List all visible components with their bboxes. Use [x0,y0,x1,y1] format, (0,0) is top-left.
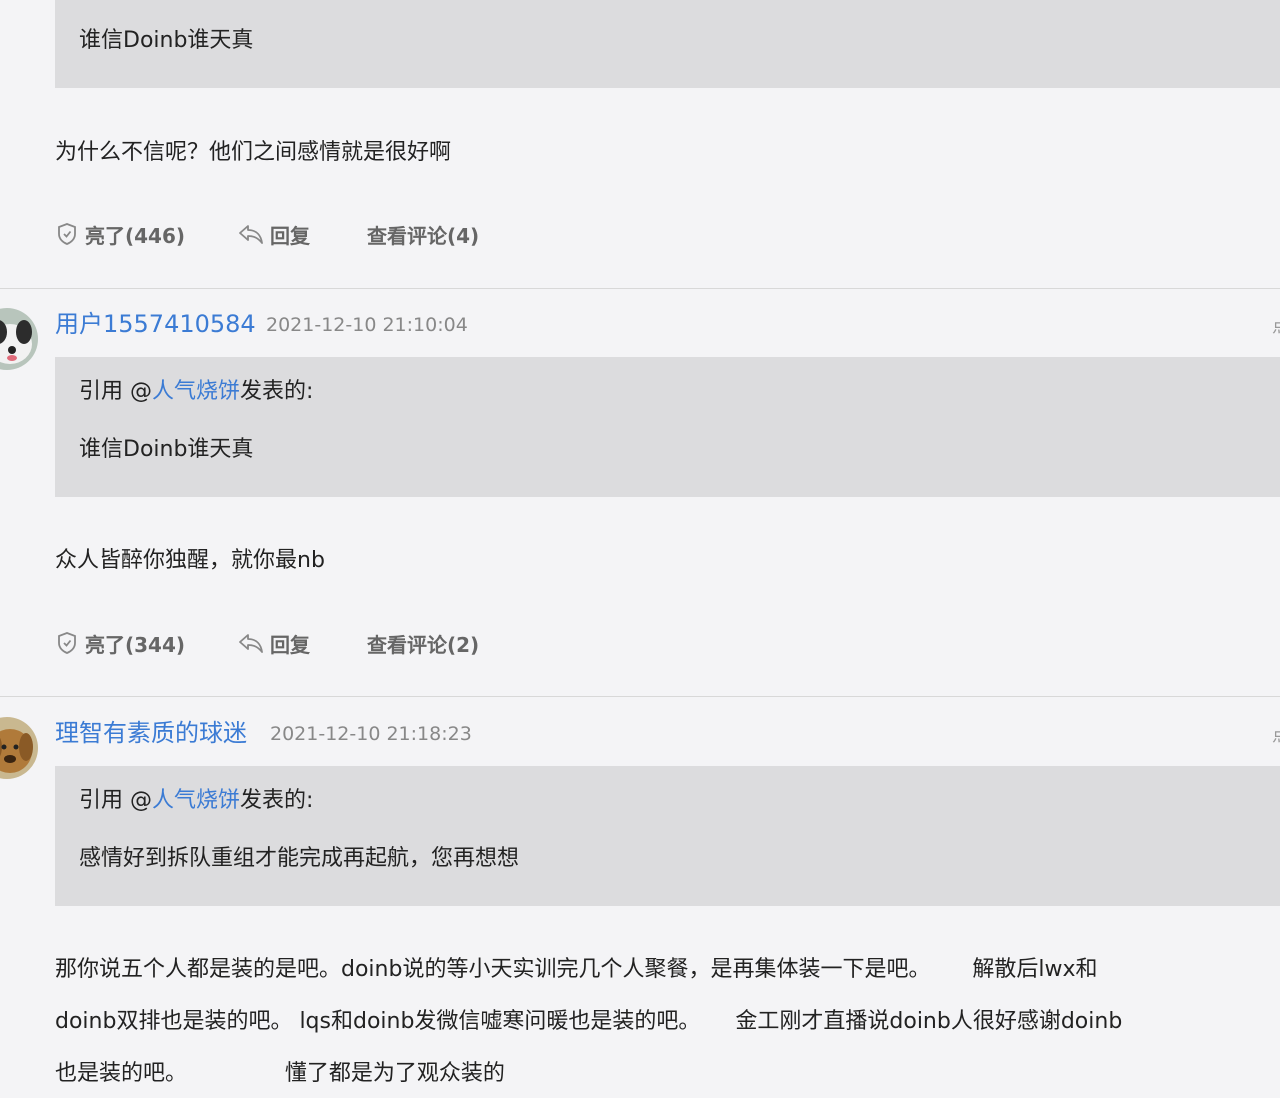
view-replies-button[interactable]: 查看评论(4) [367,219,479,249]
view-replies-label: 查看评论(4) [367,223,480,248]
more-options-button[interactable]: 点 [1272,721,1280,747]
reply-label: 回复 [270,223,310,248]
like-label: 亮了(344) [85,632,186,657]
username[interactable]: 理智有素质的球迷 [55,718,247,748]
reply-button[interactable]: 回复 [238,628,310,658]
quote-prefix: 引用 @ [79,379,152,404]
more-options-button[interactable]: 点 [1272,312,1280,338]
comment-divider [0,288,1280,289]
comment-body-line: 那你说五个人都是装的是吧。doinb说的等小天实训完几个人聚餐，是再集体装一下是… [55,957,1098,982]
like-label: 亮了(446) [85,223,186,248]
reply-button[interactable]: 回复 [238,219,310,249]
quote-text: 感情好到拆队重组才能完成再起航，您再想想 [79,846,520,871]
view-replies-label: 查看评论(2) [367,632,480,657]
quote-suffix: 发表的: [240,788,314,813]
username[interactable]: 用户1557410584 [55,309,256,339]
view-replies-button[interactable]: 查看评论(2) [367,628,479,658]
comment-body-line: 也是装的吧。 懂了都是为了观众装的 [55,1061,505,1086]
like-button[interactable]: 亮了(446) [55,219,185,249]
reply-arrow-icon [239,634,263,653]
timestamp: 2021-12-10 21:18:23 [270,723,472,745]
quote-text: 谁信Doinb谁天真 [79,28,254,53]
thumb-shield-icon [58,632,76,654]
comment-body-line: doinb双排也是装的吧。 lqs和doinb发微信嘘寒问暖也是装的吧。 金工刚… [55,1009,1123,1034]
quote-block: 谁信Doinb谁天真 [55,0,1280,88]
quote-header: 引用 @人气烧饼发表的: [79,786,313,816]
quote-text: 谁信Doinb谁天真 [79,437,254,462]
comment-thread: 谁信Doinb谁天真 为什么不信呢？他们之间感情就是很好啊 亮了(446) 回复… [0,0,1280,1098]
comment-body: 为什么不信呢？他们之间感情就是很好啊 [55,140,452,165]
comment-divider [0,696,1280,697]
quote-block: 引用 @人气烧饼发表的: 谁信Doinb谁天真 [55,357,1280,497]
like-button[interactable]: 亮了(344) [55,628,185,658]
dog-avatar-icon [0,717,38,779]
dog-avatar-icon [0,308,38,370]
quote-block: 引用 @人气烧饼发表的: 感情好到拆队重组才能完成再起航，您再想想 [55,766,1280,906]
comment-body: 众人皆醉你独醒，就你最nb [55,548,325,573]
quote-header: 引用 @人气烧饼发表的: [79,377,313,407]
quoted-author-link[interactable]: 人气烧饼 [152,788,240,813]
quote-prefix: 引用 @ [79,788,152,813]
quote-suffix: 发表的: [240,379,314,404]
quoted-author-link[interactable]: 人气烧饼 [152,379,240,404]
reply-arrow-icon [239,225,263,244]
timestamp: 2021-12-10 21:10:04 [266,314,468,336]
avatar[interactable] [0,308,38,370]
reply-label: 回复 [270,632,310,657]
avatar[interactable] [0,717,38,779]
thumb-shield-icon [58,223,76,245]
